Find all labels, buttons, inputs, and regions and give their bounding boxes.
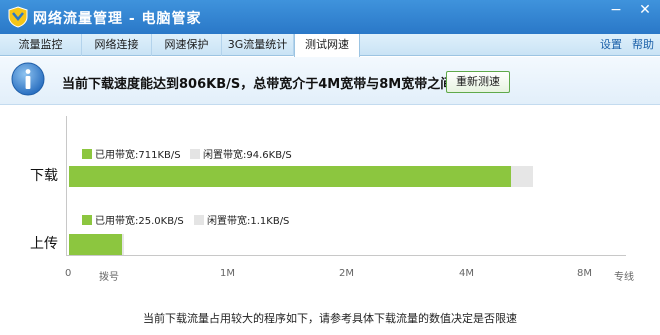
download-used-legend-text: 已用带宽:711KB/S [95,150,181,161]
tab-speed-protection[interactable]: 网速保护 [152,34,222,56]
shield-logo-icon [8,6,28,28]
tab-traffic-monitor[interactable]: 流量监控 [0,34,82,56]
minimize-button[interactable]: − [604,0,628,22]
chart-y-axis-line [66,116,67,256]
download-idle-legend-text: 闲置带宽:94.6KB/S [203,150,292,161]
speed-result-message: 当前下载速度能达到806KB/S，总带宽介于4M宽带与8M宽带之间 [62,77,454,92]
download-used-bar [69,166,511,187]
info-icon [11,62,45,96]
used-swatch [82,215,92,225]
upload-used-bar [69,234,123,255]
top-download-programs-note: 当前下载流量占用较大的程序如下，请参考具体下载流量的数值决定是否限速 [143,312,517,325]
tab-3g-traffic-stats[interactable]: 3G流量统计 [222,34,294,56]
title-bar: 网络流量管理 - 电脑管家 − ✕ [0,0,660,34]
window-title: 网络流量管理 - 电脑管家 [33,11,202,27]
idle-swatch [190,149,200,159]
chart-x-axis-line [66,255,626,256]
used-swatch [82,149,92,159]
speed-result-banner: 当前下载速度能达到806KB/S，总带宽介于4M宽带与8M宽带之间 重新测速 [0,57,660,105]
download-idle-legend: 闲置带宽:94.6KB/S [190,146,292,161]
bandwidth-chart: 已用带宽:711KB/S 闲置带宽:94.6KB/S 下载 已用带宽:25.0K… [0,106,660,286]
axis-tick-dedicated-line: 专线 [614,272,634,283]
tab-bar: 流量监控 网络连接 网速保护 3G流量统计 测试网速 设置 帮助 [0,34,660,57]
axis-tick-1m: 1M [220,268,235,279]
help-link[interactable]: 帮助 [632,34,654,55]
axis-tick-8m: 8M [577,268,592,279]
upload-used-legend: 已用带宽:25.0KB/S [82,212,184,227]
retest-button[interactable]: 重新测速 [446,71,510,93]
download-label: 下载 [30,168,58,184]
tab-network-connections[interactable]: 网络连接 [82,34,152,56]
axis-tick-0: 0 [65,268,72,279]
close-button[interactable]: ✕ [632,0,658,22]
download-used-legend: 已用带宽:711KB/S [82,146,181,161]
settings-link[interactable]: 设置 [600,34,622,55]
upload-idle-legend-text: 闲置带宽:1.1KB/S [207,216,290,227]
idle-swatch [194,215,204,225]
upload-idle-legend: 闲置带宽:1.1KB/S [194,212,289,227]
upload-label: 上传 [30,236,58,252]
axis-tick-dialup: 拨号 [99,272,119,283]
axis-tick-2m: 2M [339,268,354,279]
upload-used-legend-text: 已用带宽:25.0KB/S [95,216,184,227]
tab-speed-test[interactable]: 测试网速 [294,34,360,57]
axis-tick-4m: 4M [459,268,474,279]
